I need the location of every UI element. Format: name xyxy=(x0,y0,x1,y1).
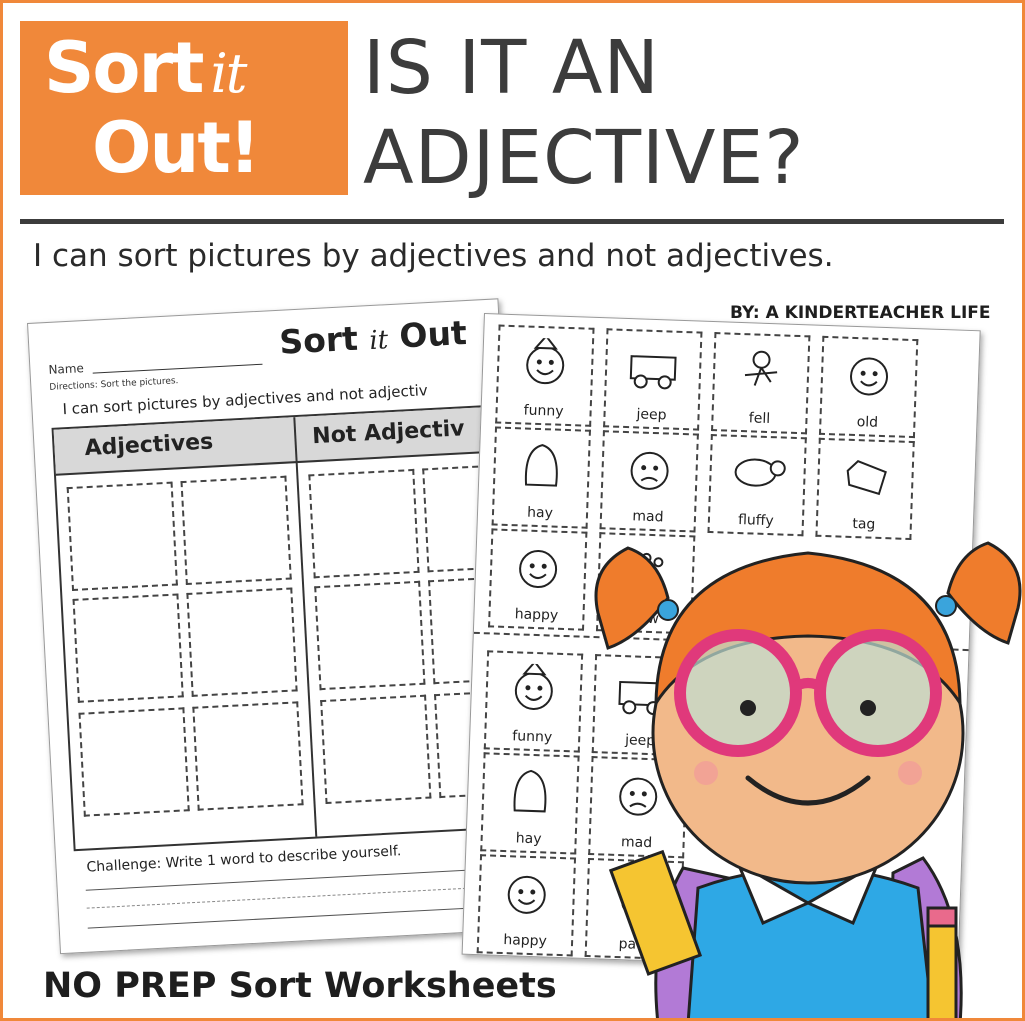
picture-card: happy xyxy=(476,854,577,957)
picture-card: hay xyxy=(480,752,580,855)
title-line-1: IS IT AN xyxy=(363,25,660,111)
cover-frame: Sort it Out! IS IT AN ADJECTIVE? I can so… xyxy=(0,0,1025,1021)
column-adjectives: Adjectives xyxy=(84,429,214,462)
logo-word-sort: Sort xyxy=(44,27,204,109)
sheep-icon xyxy=(734,458,786,487)
picture-card-word: hay xyxy=(515,830,542,848)
sort-worksheet: Name Sort it Out Directions: Sort the pi… xyxy=(27,298,532,955)
sort-table-header: Adjectives Not Adjectiv xyxy=(53,406,508,476)
picture-card: old xyxy=(818,335,919,439)
picture-card: jeep xyxy=(603,328,703,431)
sort-box xyxy=(320,694,432,805)
writing-line xyxy=(86,885,517,909)
picture-card: hay xyxy=(491,426,591,529)
picture-card-word: jeep xyxy=(636,406,667,424)
picture-card: funny xyxy=(483,650,584,753)
picture-card-word: happy xyxy=(503,932,548,950)
old-man-icon xyxy=(850,357,889,396)
writing-line xyxy=(87,905,518,929)
sort-box xyxy=(72,593,184,703)
sort-box xyxy=(78,707,190,817)
clown-icon xyxy=(526,337,565,385)
jeep-icon xyxy=(629,355,677,390)
happy-face-icon xyxy=(519,550,558,589)
pencil-icon xyxy=(926,906,958,1018)
bottom-caption: NO PREP Sort Worksheets xyxy=(43,966,557,1006)
logo-word-it: it xyxy=(210,42,248,105)
picture-card-word: hay xyxy=(526,504,554,522)
learning-target: I can sort pictures by adjectives and no… xyxy=(33,238,834,274)
tag-icon xyxy=(846,459,887,496)
girl-with-glasses-illustration xyxy=(594,541,1022,1018)
haystack-icon xyxy=(524,444,558,487)
sort-table: Adjectives Not Adjectiv xyxy=(51,403,532,852)
picture-card: tag xyxy=(815,437,915,541)
sort-box xyxy=(180,475,292,586)
picture-card-word: funny xyxy=(523,402,564,420)
clown-icon xyxy=(514,662,553,710)
logo-word-out: Out! xyxy=(92,107,261,189)
picture-card: fluffy xyxy=(707,433,807,537)
author-credit: BY: A KINDERTEACHER LIFE xyxy=(730,303,991,323)
name-line xyxy=(92,363,263,374)
falling-boy-icon xyxy=(744,350,778,386)
sort-box xyxy=(192,701,304,811)
page-title: IS IT AN ADJECTIVE? xyxy=(363,23,805,203)
haystack-icon xyxy=(513,769,547,813)
picture-card: funny xyxy=(495,324,595,427)
name-label: Name xyxy=(48,361,85,377)
picture-card-word: mad xyxy=(632,508,664,526)
picture-card-word: funny xyxy=(512,728,553,746)
sort-box xyxy=(308,468,420,579)
mad-face-icon xyxy=(630,451,669,490)
picture-card-word: old xyxy=(856,414,879,431)
picture-card-word: happy xyxy=(514,606,559,624)
title-divider xyxy=(20,219,1004,224)
sort-box xyxy=(314,580,426,691)
happy-face-icon xyxy=(507,875,546,914)
picture-card: mad xyxy=(599,430,699,533)
sort-it-out-logo: Sort it Out! xyxy=(20,21,348,195)
sort-box xyxy=(186,587,298,697)
title-line-2: ADJECTIVE? xyxy=(363,115,805,201)
column-not-adjectives: Not Adjectiv xyxy=(311,416,466,450)
worksheet-directions: Directions: Sort the pictures. xyxy=(49,376,179,393)
picture-card: fell xyxy=(711,332,811,435)
worksheet-title: Sort it Out xyxy=(278,313,468,362)
picture-card-word: fell xyxy=(748,410,771,428)
sort-box xyxy=(66,481,178,592)
picture-card: happy xyxy=(488,528,588,631)
